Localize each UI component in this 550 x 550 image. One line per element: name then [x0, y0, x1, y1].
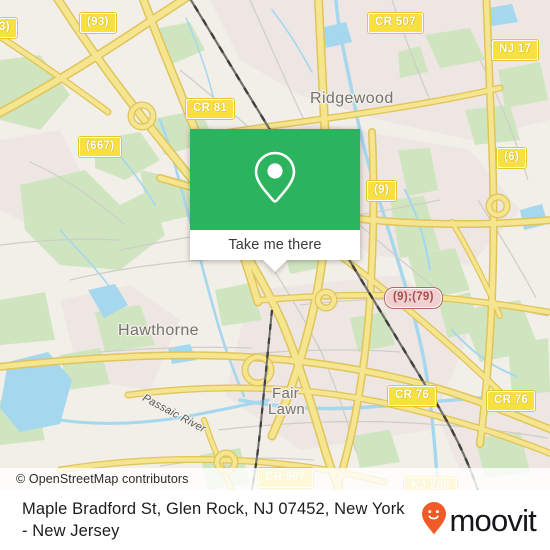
popup-action-bar[interactable]: Take me there	[190, 230, 360, 260]
map-screenshot: Ridgewood Hawthorne Fair Lawn Passaic Ri…	[0, 0, 550, 550]
road-shield: (6)	[496, 147, 527, 169]
map-canvas[interactable]: Ridgewood Hawthorne Fair Lawn Passaic Ri…	[0, 0, 550, 490]
moovit-logo[interactable]: moovit	[421, 501, 537, 540]
road-shield: NJ 17	[490, 39, 540, 61]
road-shield: (93)	[79, 12, 117, 34]
map-pin-icon	[253, 149, 297, 210]
moovit-pin-icon	[421, 501, 447, 540]
moovit-wordmark: moovit	[449, 502, 536, 538]
attribution-text: © OpenStreetMap contributors	[16, 472, 189, 486]
location-title: Maple Bradford St, Glen Rock, NJ 07452, …	[22, 500, 405, 540]
popup-header	[190, 129, 360, 230]
road-shield: CR 507	[367, 12, 424, 34]
take-me-there-label: Take me there	[228, 237, 322, 253]
road-shield: CR 81	[184, 98, 236, 120]
popup-tail	[263, 260, 287, 272]
road-shield: (9)	[366, 180, 397, 202]
road-shield: CR 76	[386, 385, 438, 407]
road-shield: CR 76	[485, 390, 537, 412]
map-attribution: © OpenStreetMap contributors	[0, 468, 550, 490]
road-shield: (667)	[77, 136, 123, 158]
location-popup[interactable]: Take me there	[190, 129, 360, 272]
road-shield-combined: (9);(79)	[384, 287, 443, 309]
footer-bar: Maple Bradford St, Glen Rock, NJ 07452, …	[0, 490, 550, 550]
road-shield: 3)	[0, 17, 18, 39]
